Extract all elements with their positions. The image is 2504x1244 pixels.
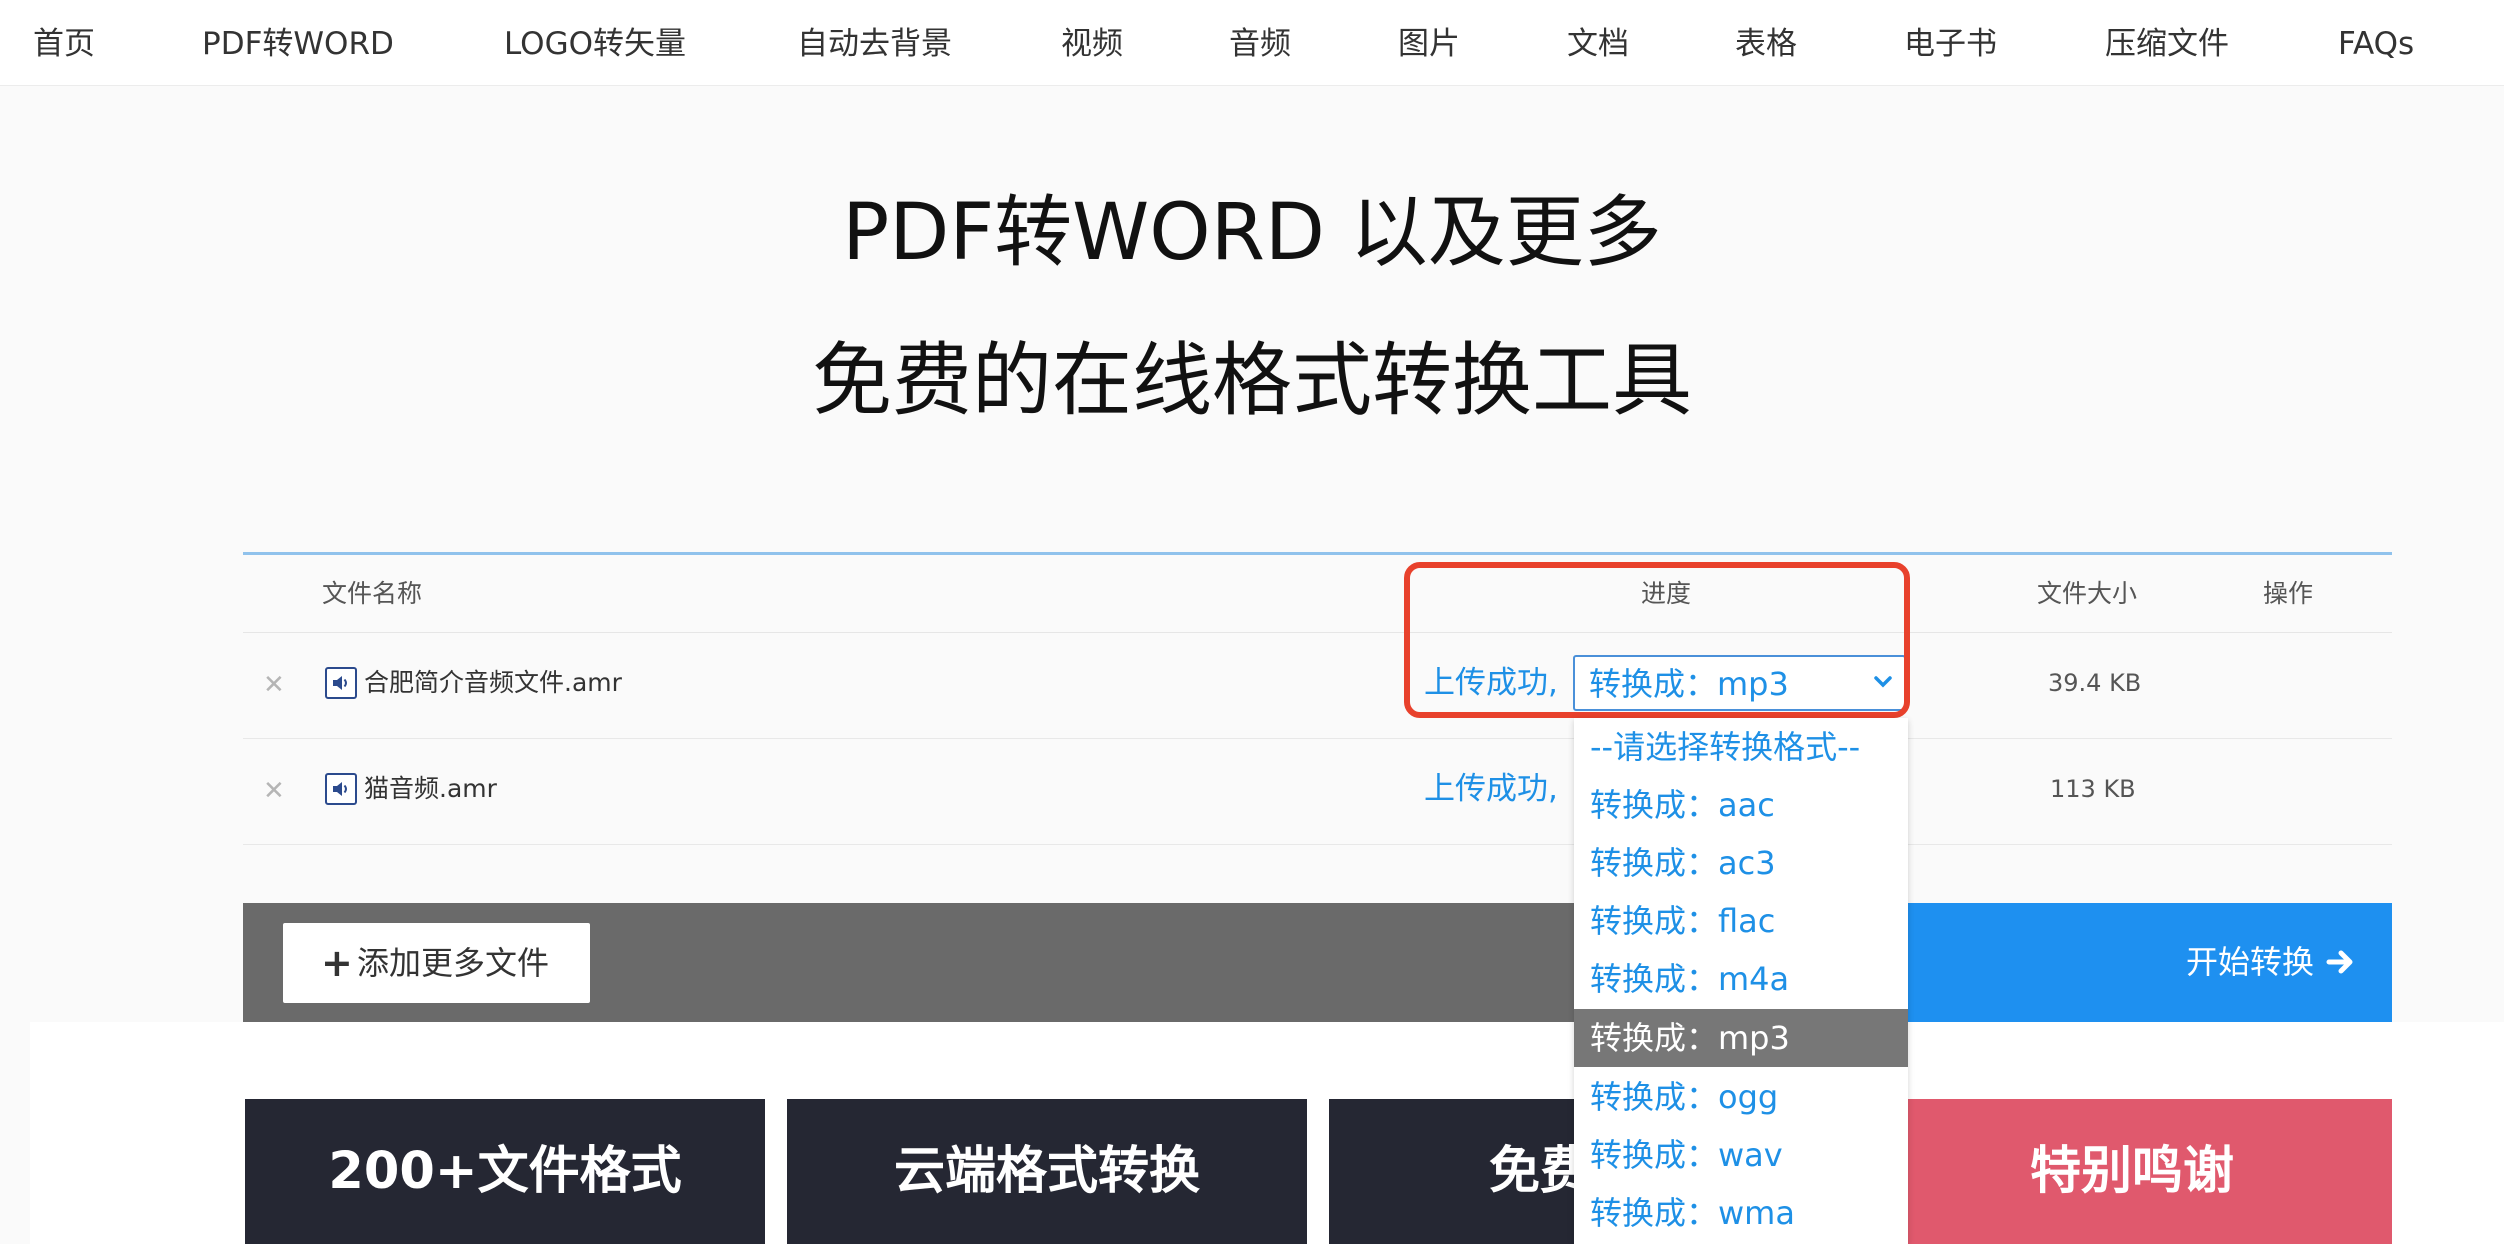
file-name: 猫音频.amr bbox=[364, 774, 497, 803]
feature-card-cloud: 云端格式转换 bbox=[787, 1099, 1307, 1244]
format-option-aac[interactable]: 转换成：aac bbox=[1574, 776, 1908, 834]
nav-item-video[interactable]: 视频 bbox=[1061, 22, 1123, 66]
format-option-ac3[interactable]: 转换成：ac3 bbox=[1574, 834, 1908, 892]
nav-item-auto-remove-bg[interactable]: 自动去背景 bbox=[797, 22, 952, 66]
hero-title: PDF转WORD 以及更多 bbox=[842, 188, 1662, 278]
nav-item-pdf-to-word[interactable]: PDF转WORD bbox=[202, 22, 394, 66]
file-table: 文件名称 进度 文件大小 操作 ✕ 合肥简介音频文件.amr 上传成功, 转换成… bbox=[243, 552, 2392, 845]
nav-item-home[interactable]: 首页 bbox=[33, 22, 95, 66]
header-progress: 进度 bbox=[1641, 579, 1692, 608]
format-option-flac[interactable]: 转换成：flac bbox=[1574, 892, 1908, 950]
hero-subtitle: 免费的在线格式转换工具 bbox=[812, 334, 1692, 427]
add-more-files-label: 添加更多文件 bbox=[357, 944, 550, 982]
format-dropdown-list: --请选择转换格式-- 转换成：aac 转换成：ac3 转换成：flac 转换成… bbox=[1574, 718, 1908, 1244]
nav-item-faqs[interactable]: FAQs bbox=[2338, 22, 2414, 66]
start-convert-button[interactable]: 开始转换 bbox=[1900, 903, 2392, 1022]
header-filename: 文件名称 bbox=[322, 579, 423, 608]
nav-item-spreadsheet[interactable]: 表格 bbox=[1735, 22, 1797, 66]
nav-item-logo-to-vector[interactable]: LOGO转矢量 bbox=[504, 22, 686, 66]
file-size: 39.4 KB bbox=[2048, 669, 2142, 697]
format-option-placeholder[interactable]: --请选择转换格式-- bbox=[1574, 718, 1908, 776]
start-convert-label: 开始转换 bbox=[2186, 943, 2315, 981]
table-row: ✕ 合肥简介音频文件.amr 上传成功, 转换成：mp3 39.4 KB bbox=[243, 633, 2392, 739]
nav-item-ebook[interactable]: 电子书 bbox=[1904, 22, 1997, 66]
format-option-wav[interactable]: 转换成：wav bbox=[1574, 1126, 1908, 1184]
chevron-down-icon bbox=[1874, 676, 1892, 688]
audio-file-icon bbox=[325, 667, 357, 699]
upload-status: 上传成功, bbox=[1424, 665, 1558, 701]
upload-status: 上传成功, bbox=[1424, 771, 1558, 807]
close-icon[interactable]: ✕ bbox=[263, 773, 285, 809]
format-option-mp3[interactable]: 转换成：mp3 bbox=[1574, 1009, 1908, 1067]
feature-card-formats: 200+文件格式 bbox=[245, 1099, 765, 1244]
table-row: ✕ 猫音频.amr 上传成功, 113 KB bbox=[243, 739, 2392, 845]
file-name: 合肥简介音频文件.amr bbox=[364, 668, 622, 697]
table-header: 文件名称 进度 文件大小 操作 bbox=[243, 555, 2392, 633]
action-bar: + 添加更多文件 开始转换 bbox=[243, 903, 2392, 1022]
audio-file-icon bbox=[325, 773, 357, 805]
format-option-ogg[interactable]: 转换成：ogg bbox=[1574, 1068, 1908, 1126]
header-filesize: 文件大小 bbox=[2037, 579, 2138, 608]
format-option-m4a[interactable]: 转换成：m4a bbox=[1574, 950, 1908, 1008]
file-size: 113 KB bbox=[2050, 775, 2136, 803]
nav-item-archive[interactable]: 压缩文件 bbox=[2105, 22, 2229, 66]
nav-item-image[interactable]: 图片 bbox=[1398, 22, 1460, 66]
header-action: 操作 bbox=[2263, 579, 2314, 608]
add-more-files-button[interactable]: + 添加更多文件 bbox=[283, 923, 590, 1003]
format-option-wma[interactable]: 转换成：wma bbox=[1574, 1184, 1908, 1242]
top-nav: 首页 PDF转WORD LOGO转矢量 自动去背景 视频 音频 图片 文档 表格… bbox=[0, 0, 2504, 86]
plus-icon: + bbox=[321, 941, 353, 985]
format-select[interactable]: 转换成：mp3 bbox=[1573, 655, 1906, 711]
close-icon[interactable]: ✕ bbox=[263, 667, 285, 703]
nav-item-audio[interactable]: 音频 bbox=[1229, 22, 1291, 66]
format-select-value: 转换成：mp3 bbox=[1589, 665, 1789, 703]
feature-card-thanks: 特别鸣谢 bbox=[1872, 1099, 2392, 1244]
arrow-right-icon bbox=[2326, 950, 2353, 974]
nav-item-document[interactable]: 文档 bbox=[1567, 22, 1629, 66]
